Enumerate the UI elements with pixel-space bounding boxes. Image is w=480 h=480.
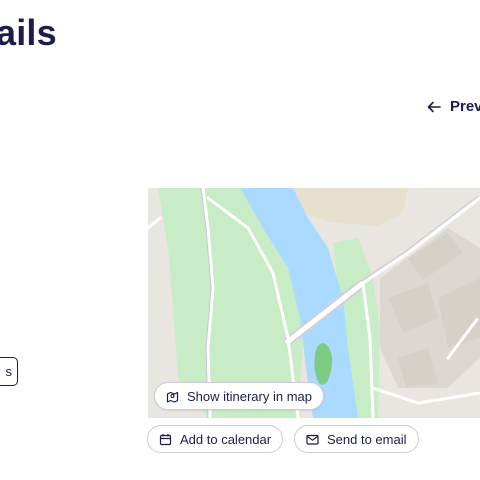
add-to-calendar-label: Add to calendar bbox=[180, 431, 272, 447]
send-to-email-label: Send to email bbox=[327, 431, 407, 447]
send-to-email-button[interactable]: Send to email bbox=[294, 425, 419, 453]
show-itinerary-label: Show itinerary in map bbox=[187, 388, 312, 404]
page-title: ails bbox=[0, 12, 57, 53]
calendar-icon bbox=[159, 433, 172, 445]
add-to-calendar-button[interactable]: Add to calendar bbox=[147, 425, 284, 453]
mail-icon bbox=[306, 434, 319, 445]
show-itinerary-button[interactable]: Show itinerary in map bbox=[154, 382, 324, 410]
left-panel-button-label: s bbox=[5, 364, 13, 379]
previous-link-label: Prev bbox=[450, 98, 480, 115]
previous-link[interactable]: Prev bbox=[426, 98, 480, 115]
left-panel-button[interactable]: s bbox=[0, 357, 18, 386]
arrow-left-icon bbox=[427, 101, 441, 112]
map-icon bbox=[166, 391, 179, 403]
